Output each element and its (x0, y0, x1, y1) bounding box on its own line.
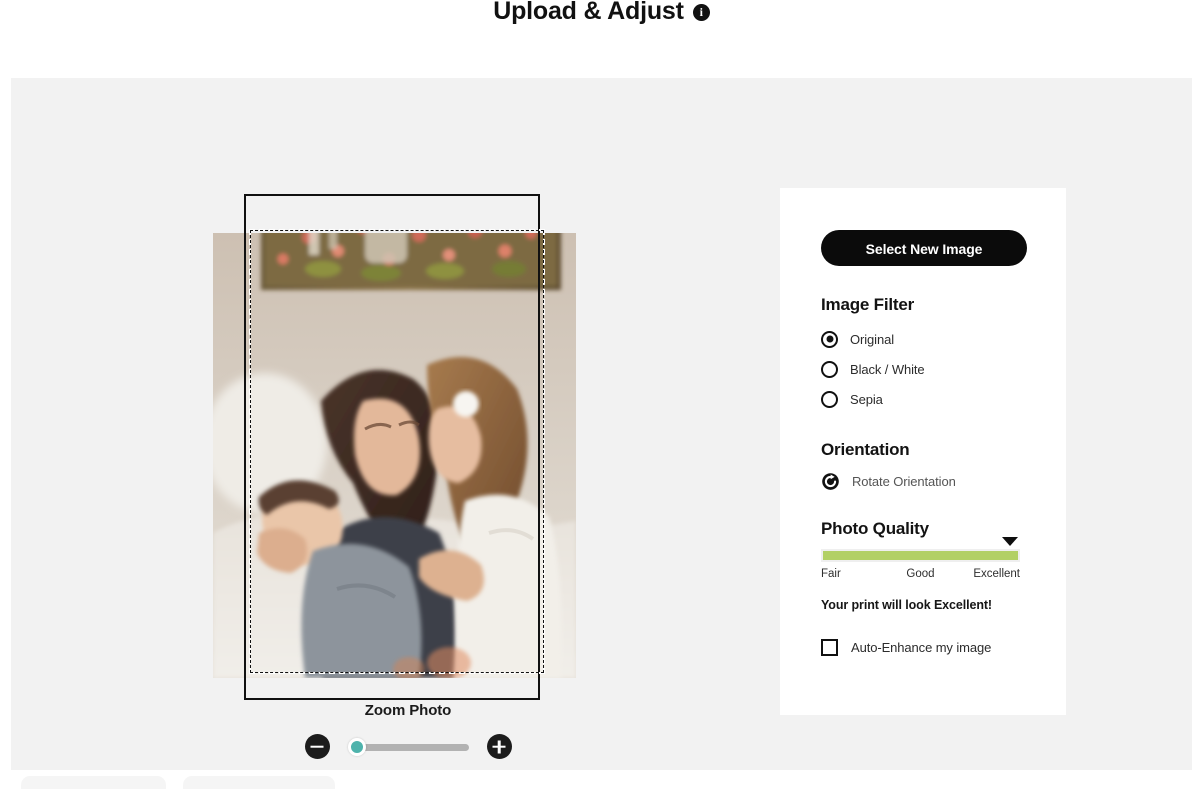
uploaded-photo-image (213, 233, 576, 678)
photo-quality-title: Photo Quality (821, 519, 929, 538)
settings-panel-inner: Select New Image Image Filter Original B… (780, 188, 1066, 656)
page-header-inner: Upload & Adjust i (493, 0, 710, 26)
info-icon[interactable]: i (692, 3, 710, 21)
filter-option-black-white[interactable]: Black / White (821, 354, 1025, 384)
page-header: Upload & Adjust i (0, 0, 1203, 78)
photo-crop-workspace[interactable] (213, 141, 578, 700)
zoom-slider-thumb[interactable] (347, 737, 366, 756)
quality-marker-icon (1002, 537, 1018, 546)
page-title: Upload & Adjust (493, 0, 684, 25)
image-filter-options: Original Black / White Sepia (821, 324, 1025, 414)
quality-track (821, 549, 1020, 562)
quality-scale-excellent: Excellent (973, 568, 1020, 580)
rotate-orientation-label: Rotate Orientation (852, 474, 956, 489)
filter-option-original[interactable]: Original (821, 324, 1025, 354)
image-filter-section: Image Filter Original Black / White Sepi… (821, 295, 1025, 414)
orientation-title: Orientation (821, 440, 910, 459)
select-new-image-button[interactable]: Select New Image (821, 230, 1027, 266)
checkbox-icon-auto-enhance[interactable] (821, 639, 838, 656)
bottom-action-bar (11, 776, 1192, 789)
image-filter-title: Image Filter (821, 295, 915, 314)
filter-label-sepia: Sepia (850, 391, 883, 407)
zoom-slider[interactable] (347, 736, 469, 758)
zoom-control: Zoom Photo (282, 702, 534, 759)
photo-quality-meter: Fair Good Excellent (821, 537, 1020, 586)
photo-preview[interactable] (213, 233, 576, 678)
zoom-control-row (282, 734, 534, 759)
quality-scale-good: Good (906, 568, 935, 580)
quality-scale-fair: Fair (821, 568, 841, 580)
zoom-photo-label: Zoom Photo (364, 702, 452, 719)
quality-message: Your print will look Excellent! (821, 598, 992, 612)
radio-icon-black-white[interactable] (821, 360, 838, 378)
zoom-slider-track (355, 743, 469, 751)
zoom-out-button[interactable] (304, 734, 330, 759)
radio-icon-sepia[interactable] (821, 390, 838, 408)
quality-fill (823, 551, 1018, 560)
orientation-section: Orientation Rotate Orientation (821, 440, 1025, 491)
photo-quality-section: Photo Quality Fair Good Excellent Your p… (821, 519, 1025, 612)
filter-label-original: Original (850, 331, 894, 347)
upload-adjust-page: Upload & Adjust i Zoom Photo Select New … (0, 0, 1203, 789)
bottom-action-button-two[interactable] (183, 776, 335, 789)
filter-option-sepia[interactable]: Sepia (821, 384, 1025, 414)
quality-scale: Fair Good Excellent (821, 568, 1020, 586)
auto-enhance-label: Auto-Enhance my image (851, 640, 992, 655)
editor-stage: Zoom Photo Select New Image Image Filter (11, 78, 1192, 770)
radio-icon-original[interactable] (821, 330, 838, 348)
settings-panel: Select New Image Image Filter Original B… (780, 188, 1066, 715)
zoom-in-button[interactable] (486, 734, 512, 759)
rotate-orientation-button[interactable]: Rotate Orientation (821, 472, 1025, 491)
auto-enhance-checkbox-row[interactable]: Auto-Enhance my image (821, 639, 1025, 656)
bottom-action-button-one[interactable] (21, 776, 166, 789)
filter-label-black-white: Black / White (850, 361, 925, 377)
rotate-icon (822, 473, 839, 490)
